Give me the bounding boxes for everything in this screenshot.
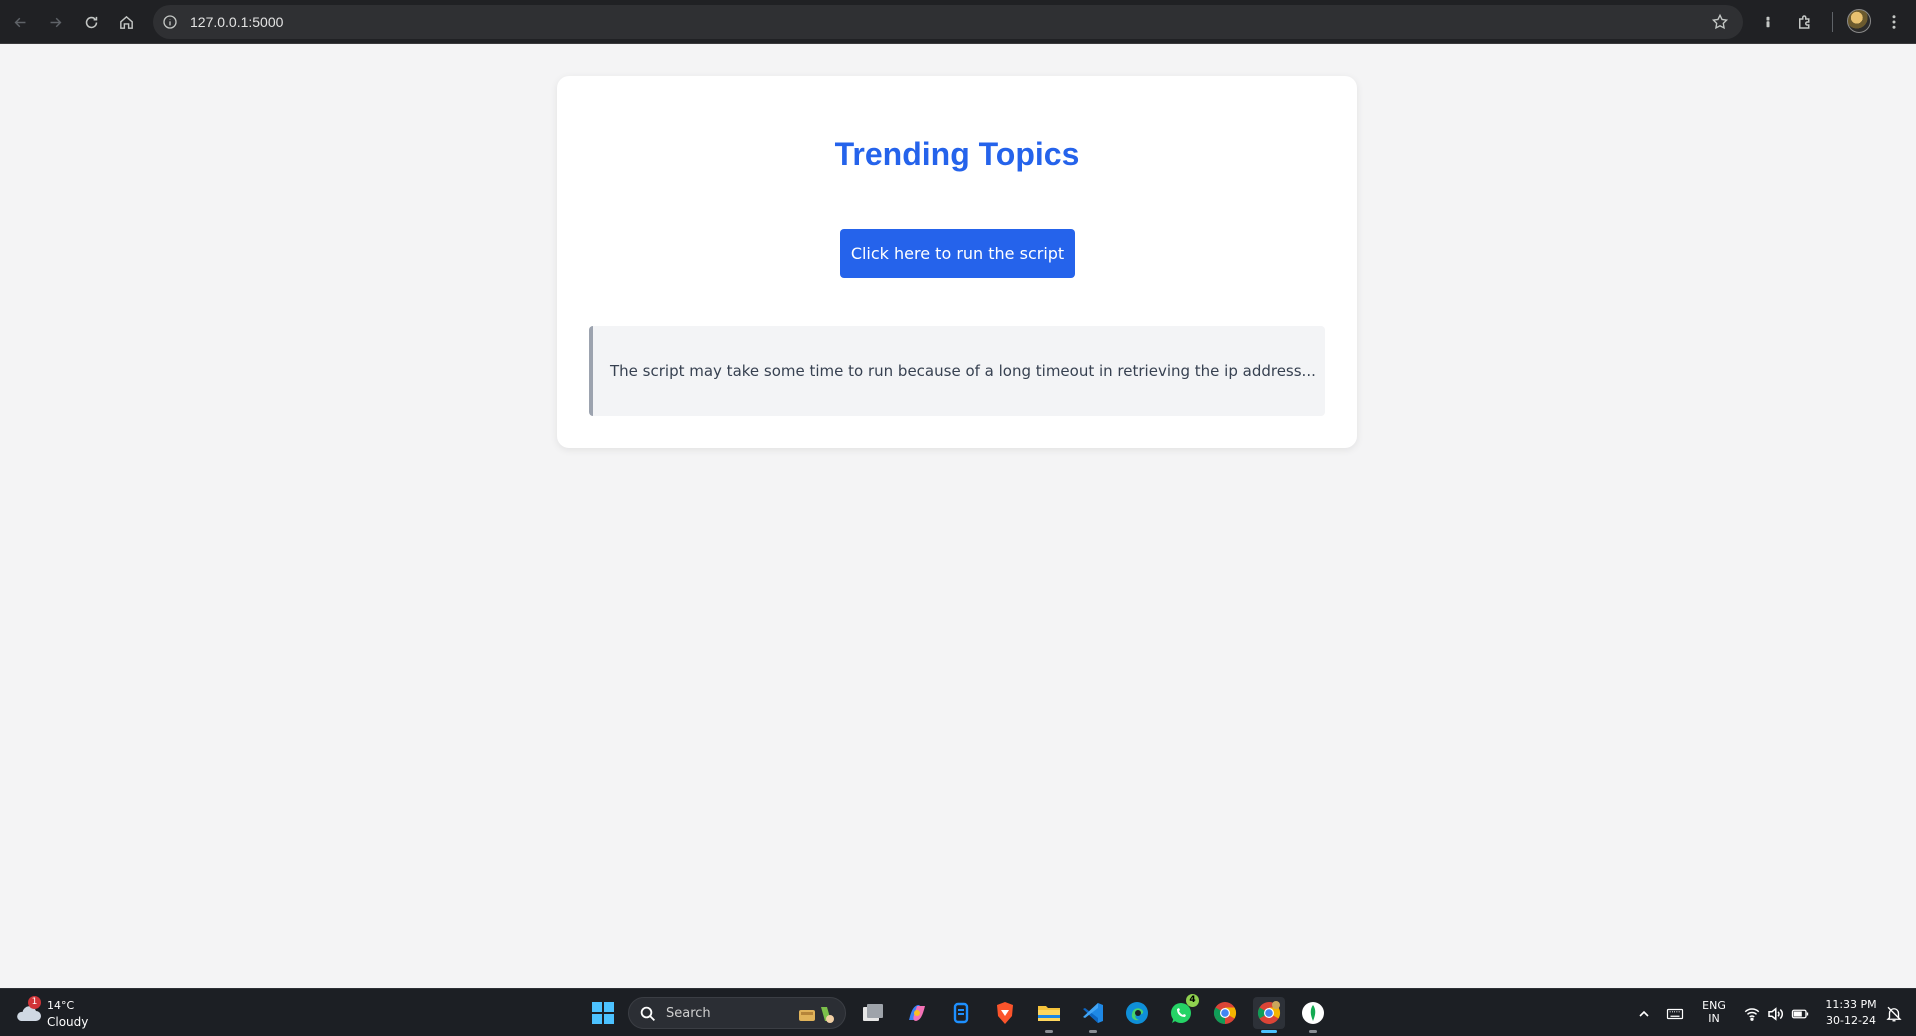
windows-start-icon[interactable]	[587, 997, 619, 1029]
back-icon[interactable]	[6, 8, 34, 36]
extensions-icon[interactable]	[1791, 8, 1819, 36]
performance-icon[interactable]	[1754, 8, 1782, 36]
app-running-indicator	[1089, 1030, 1097, 1033]
file-explorer-icon[interactable]	[1033, 997, 1065, 1033]
clock-date: 30-12-24	[1826, 1014, 1876, 1027]
app-running-indicator	[1309, 1030, 1317, 1033]
task-view-icon[interactable]	[857, 997, 889, 1029]
browser-toolbar: 127.0.0.1:5000	[0, 0, 1916, 44]
edge-browser-icon[interactable]	[1121, 997, 1153, 1029]
whatsapp-icon[interactable]: 4	[1165, 994, 1199, 1029]
address-bar[interactable]: 127.0.0.1:5000	[153, 5, 1743, 39]
brave-browser-icon[interactable]	[989, 997, 1021, 1029]
run-script-button[interactable]: Click here to run the script	[840, 229, 1075, 278]
region-code: IN	[1708, 1012, 1720, 1025]
battery-icon[interactable]	[1791, 1005, 1809, 1023]
app-running-indicator	[1045, 1030, 1053, 1033]
search-highlight-icon	[799, 1007, 834, 1023]
chevron-up-icon[interactable]	[1636, 1005, 1652, 1023]
language-code: ENG	[1702, 999, 1726, 1012]
weather-alert-badge: 1	[28, 996, 41, 1009]
app-active-indicator	[1261, 1030, 1277, 1033]
profile-avatar[interactable]	[1847, 9, 1871, 33]
notification-badge: 4	[1186, 994, 1199, 1007]
chrome-icon[interactable]	[1209, 997, 1241, 1029]
app-icon[interactable]	[945, 997, 977, 1029]
url-text[interactable]: 127.0.0.1:5000	[190, 14, 283, 30]
reload-icon[interactable]	[77, 8, 105, 36]
notice-text: The script may take some time to run bec…	[610, 362, 1316, 380]
taskbar-search[interactable]: Search	[628, 997, 846, 1029]
vscode-icon[interactable]	[1077, 997, 1109, 1033]
search-label: Search	[666, 1006, 711, 1021]
notification-bell-icon[interactable]	[1885, 1005, 1903, 1023]
main-card: Trending Topics Click here to run the sc…	[557, 76, 1357, 448]
copilot-icon[interactable]	[901, 997, 933, 1029]
wifi-icon[interactable]	[1743, 1005, 1761, 1023]
weather-condition: Cloudy	[47, 1015, 89, 1029]
volume-icon[interactable]	[1766, 1005, 1784, 1023]
weather-temperature: 14°C	[47, 999, 75, 1012]
forward-icon[interactable]	[41, 8, 69, 36]
bookmark-star-icon[interactable]	[1711, 13, 1729, 31]
taskbar: 1 14°C Cloudy Search 4 ENG IN 11:33 PM 3…	[0, 988, 1916, 1036]
chrome-profile-icon[interactable]	[1253, 997, 1285, 1033]
toolbar-separator	[1832, 12, 1833, 32]
weather-widget[interactable]: 1 14°C Cloudy	[14, 996, 104, 1031]
clock-time: 11:33 PM	[1825, 998, 1877, 1011]
mongodb-icon[interactable]	[1297, 997, 1329, 1033]
search-icon	[640, 1006, 656, 1022]
home-icon[interactable]	[112, 8, 140, 36]
keyboard-icon[interactable]	[1666, 1005, 1684, 1023]
site-info-icon[interactable]	[162, 14, 178, 30]
language-indicator[interactable]: ENG IN	[1696, 999, 1732, 1025]
clock[interactable]: 11:33 PM 30-12-24	[1818, 998, 1884, 1027]
more-menu-icon[interactable]	[1880, 8, 1908, 36]
page-title: Trending Topics	[834, 136, 1080, 172]
notice-box: The script may take some time to run bec…	[589, 326, 1325, 416]
